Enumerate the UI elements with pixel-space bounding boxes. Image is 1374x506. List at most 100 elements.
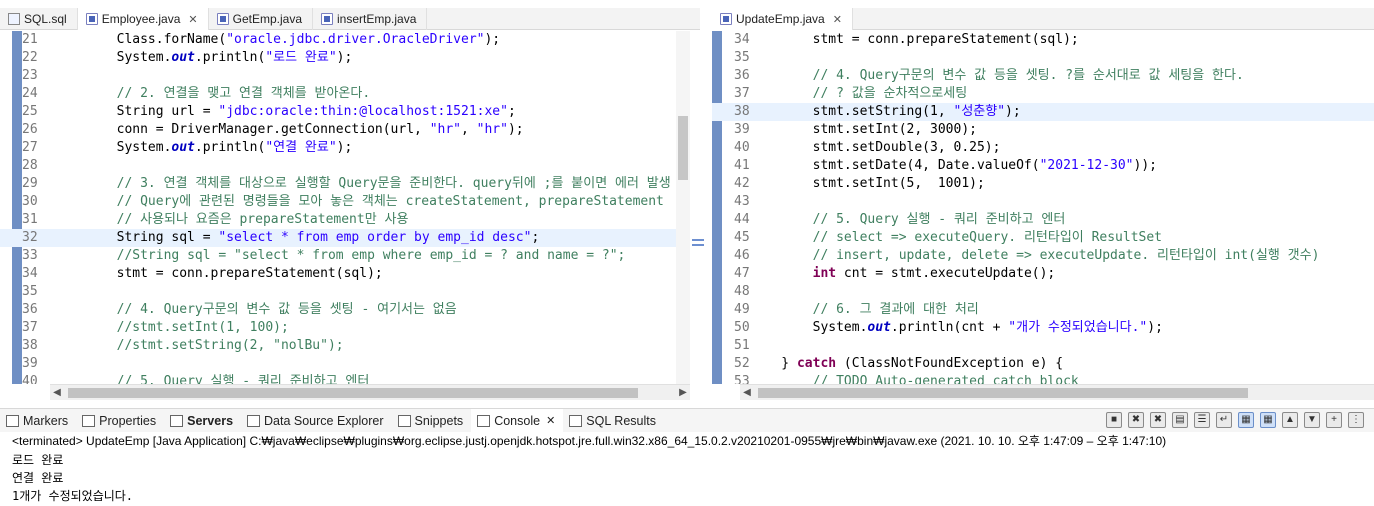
- console-output-line-1: 로드 완료: [12, 453, 64, 467]
- code-line[interactable]: 30 // Query에 관련된 명령들을 모아 놓은 객체는 createSt…: [0, 193, 690, 211]
- line-number: 37: [22, 320, 38, 335]
- right-tab-0[interactable]: UpdateEmp.java ✕: [712, 8, 853, 30]
- code-line[interactable]: 46 // insert, update, delete => executeU…: [712, 247, 1374, 265]
- bottom-tab-sql-results[interactable]: SQL Results: [563, 409, 664, 433]
- code-line[interactable]: 39 stmt.setInt(2, 3000);: [712, 121, 1374, 139]
- code-line[interactable]: 49 // 6. 그 결과에 대한 처리: [712, 301, 1374, 319]
- code-line[interactable]: 44 // 5. Query 실행 - 쿼리 준비하고 엔터: [712, 211, 1374, 229]
- line-number: 33: [22, 248, 38, 263]
- code-line[interactable]: 43: [712, 193, 1374, 211]
- scroll-right-arrow-icon[interactable]: ▶: [676, 385, 690, 401]
- code-text: int cnt = stmt.executeUpdate();: [812, 266, 1056, 281]
- code-line[interactable]: 53 // TODO Auto-generated catch block: [712, 373, 1374, 384]
- remove-all-launches-icon[interactable]: ✖: [1150, 412, 1166, 428]
- code-line[interactable]: 23: [0, 67, 690, 85]
- code-line[interactable]: 21 Class.forName("oracle.jdbc.driver.Ora…: [0, 31, 690, 49]
- line-number: 38: [22, 338, 38, 353]
- code-line[interactable]: 35: [0, 283, 690, 301]
- left-vertical-scroll-thumb[interactable]: [678, 116, 688, 180]
- code-line[interactable]: 34 stmt = conn.prepareStatement(sql);: [0, 265, 690, 283]
- scroll-left-arrow-icon[interactable]: ◀: [740, 385, 754, 401]
- line-number: 36: [22, 302, 38, 317]
- terminate-icon[interactable]: ■: [1106, 412, 1122, 428]
- code-line[interactable]: 32 String sql = "select * from emp order…: [0, 229, 690, 247]
- scroll-lock-icon[interactable]: ☰: [1194, 412, 1210, 428]
- show-console-on-stderr-icon[interactable]: ▦: [1260, 412, 1276, 428]
- code-line[interactable]: 38 stmt.setString(1, "성춘향");: [712, 103, 1374, 121]
- code-line[interactable]: 25 String url = "jdbc:oracle:thin:@local…: [0, 103, 690, 121]
- sql-file-icon: [8, 13, 20, 25]
- right-horizontal-scroll-thumb[interactable]: [758, 388, 1248, 398]
- clear-console-icon[interactable]: ▤: [1172, 412, 1188, 428]
- code-line[interactable]: 50 System.out.println(cnt + "개가 수정되었습니다.…: [712, 319, 1374, 337]
- split-sash-marker[interactable]: [692, 236, 704, 252]
- code-line[interactable]: 29 // 3. 연결 객체를 대상으로 실행할 Query문을 준비한다. q…: [0, 175, 690, 193]
- left-horizontal-scroll-thumb[interactable]: [68, 388, 638, 398]
- code-line[interactable]: 38 //stmt.setString(2, "nolBu");: [0, 337, 690, 355]
- code-line[interactable]: 37 //stmt.setInt(1, 100);: [0, 319, 690, 337]
- code-text: // insert, update, delete => executeUpda…: [812, 248, 1320, 263]
- code-line[interactable]: 45 // select => executeQuery. 리턴타입이 Resu…: [712, 229, 1374, 247]
- code-text: // 6. 그 결과에 대한 처리: [812, 302, 979, 317]
- open-console-icon[interactable]: +: [1326, 412, 1342, 428]
- code-line[interactable]: 27 System.out.println("연결 완료");: [0, 139, 690, 157]
- line-number: 32: [22, 230, 38, 245]
- code-line[interactable]: 41 stmt.setDate(4, Date.valueOf("2021-12…: [712, 157, 1374, 175]
- left-tab-2[interactable]: GetEmp.java: [209, 8, 313, 30]
- line-number: 34: [22, 266, 38, 281]
- code-line[interactable]: 39: [0, 355, 690, 373]
- bottom-tab-servers[interactable]: Servers: [164, 409, 241, 433]
- bottom-tab-label: SQL Results: [586, 413, 656, 428]
- code-line[interactable]: 34 stmt = conn.prepareStatement(sql);: [712, 31, 1374, 49]
- bottom-tab-properties[interactable]: Properties: [76, 409, 164, 433]
- pin-console-icon[interactable]: ▲: [1282, 412, 1298, 428]
- view-menu-icon[interactable]: ⋮: [1348, 412, 1364, 428]
- code-line[interactable]: 22 System.out.println("로드 완료");: [0, 49, 690, 67]
- code-text: //stmt.setString(2, "nolBu");: [116, 338, 344, 353]
- code-line[interactable]: 26 conn = DriverManager.getConnection(ur…: [0, 121, 690, 139]
- code-line[interactable]: 36 // 4. Query구문의 변수 값 등을 셋팅. ?를 순서대로 값 …: [712, 67, 1374, 85]
- display-selected-console-icon[interactable]: ▼: [1304, 412, 1320, 428]
- code-line[interactable]: 52 } catch (ClassNotFoundException e) {: [712, 355, 1374, 373]
- close-tab-icon[interactable]: ✕: [188, 13, 197, 26]
- line-number: 29: [22, 176, 38, 191]
- bottom-tab-markers[interactable]: Markers: [0, 409, 76, 433]
- code-line[interactable]: 36 // 4. Query구문의 변수 값 등을 셋팅 - 여기서는 없음: [0, 301, 690, 319]
- code-line[interactable]: 24 // 2. 연결을 맺고 연결 객체를 받아온다.: [0, 85, 690, 103]
- code-line[interactable]: 51: [712, 337, 1374, 355]
- bottom-tab-data-source-explorer[interactable]: Data Source Explorer: [241, 409, 392, 433]
- code-text: // 3. 연결 객체를 대상으로 실행할 Query문을 준비한다. quer…: [116, 176, 671, 191]
- tab-label: SQL.sql: [24, 12, 67, 26]
- code-text: // select => executeQuery. 리턴타입이 ResultS…: [812, 230, 1163, 245]
- remove-launch-icon[interactable]: ✖: [1128, 412, 1144, 428]
- left-horizontal-scrollbar[interactable]: ◀ ▶: [50, 384, 690, 400]
- close-tab-icon[interactable]: ✕: [546, 414, 555, 427]
- bottom-tab-console[interactable]: Console ✕: [471, 408, 564, 433]
- code-line[interactable]: 31 // 사용되나 요즘은 prepareStatement만 사용: [0, 211, 690, 229]
- code-line[interactable]: 40 // 5. Query 실행 - 쿼리 준비하고 엔터: [0, 373, 690, 384]
- code-text: // 5. Query 실행 - 쿼리 준비하고 엔터: [812, 212, 1066, 227]
- code-text: stmt.setString(1, "성춘향");: [750, 104, 1021, 119]
- scroll-left-arrow-icon[interactable]: ◀: [50, 385, 64, 401]
- code-line[interactable]: 37 // ? 값을 순차적으로세팅: [712, 85, 1374, 103]
- bottom-tab-snippets[interactable]: Snippets: [392, 409, 472, 433]
- code-line[interactable]: 48: [712, 283, 1374, 301]
- right-horizontal-scrollbar[interactable]: ◀: [740, 384, 1374, 400]
- code-line[interactable]: 47 int cnt = stmt.executeUpdate();: [712, 265, 1374, 283]
- code-line[interactable]: 40 stmt.setDouble(3, 0.25);: [712, 139, 1374, 157]
- word-wrap-icon[interactable]: ↵: [1216, 412, 1232, 428]
- code-line[interactable]: 42 stmt.setInt(5, 1001);: [712, 175, 1374, 193]
- show-console-on-stdout-icon[interactable]: ▦: [1238, 412, 1254, 428]
- left-tab-3[interactable]: insertEmp.java: [313, 8, 428, 30]
- left-tab-1[interactable]: Employee.java ✕: [77, 8, 209, 30]
- code-line[interactable]: 33 //String sql = "select * from emp whe…: [0, 247, 690, 265]
- code-line[interactable]: 28: [0, 157, 690, 175]
- left-vertical-scrollbar[interactable]: [676, 31, 690, 384]
- left-code-editor[interactable]: 21 Class.forName("oracle.jdbc.driver.Ora…: [0, 31, 690, 384]
- right-code-editor[interactable]: 34 stmt = conn.prepareStatement(sql); 35 3…: [712, 31, 1374, 384]
- close-tab-icon[interactable]: ✕: [833, 13, 842, 26]
- line-number: 35: [734, 50, 750, 65]
- line-number: 24: [22, 86, 38, 101]
- left-tab-0[interactable]: SQL.sql: [0, 8, 78, 30]
- code-line[interactable]: 35: [712, 49, 1374, 67]
